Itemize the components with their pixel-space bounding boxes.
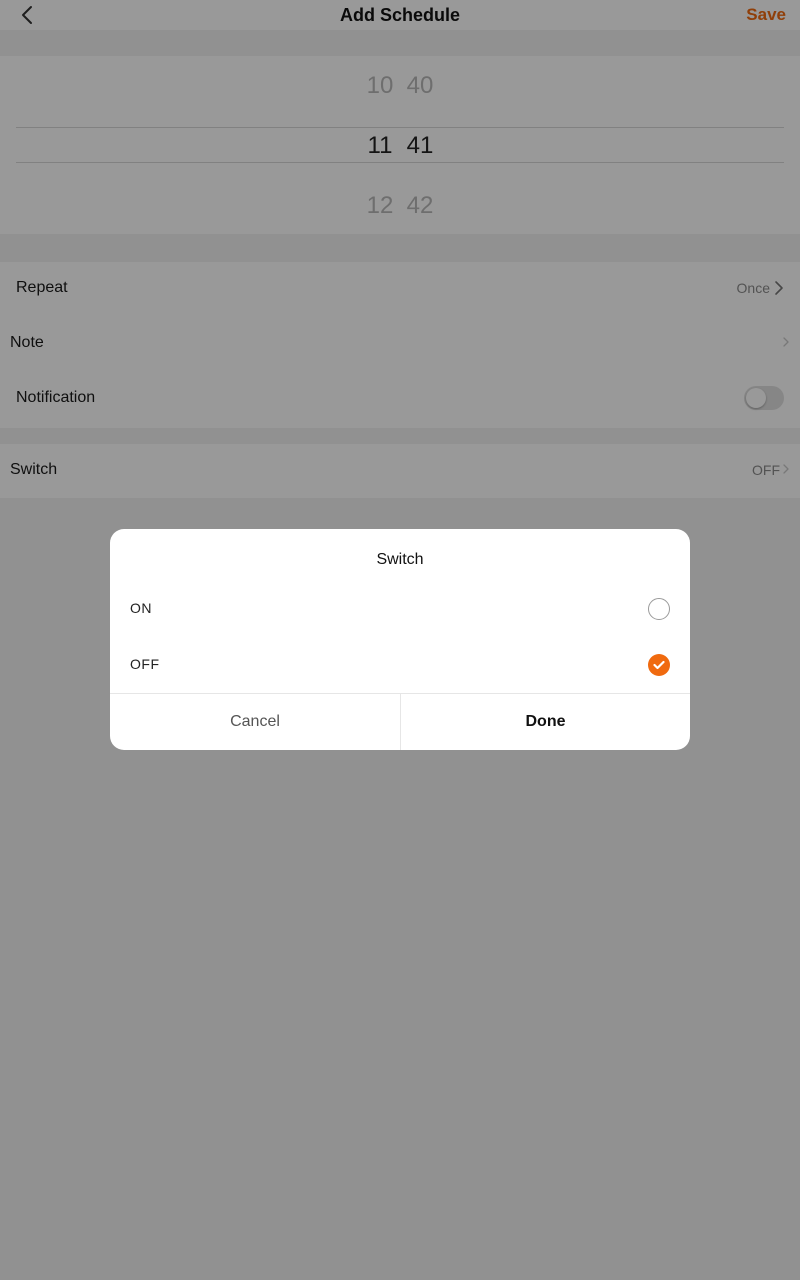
option-off[interactable]: OFF	[110, 641, 690, 689]
option-on[interactable]: ON	[110, 585, 690, 633]
checkmark-circle-icon[interactable]	[648, 654, 670, 676]
done-button[interactable]: Done	[401, 694, 690, 750]
option-on-label: ON	[130, 600, 152, 616]
radio-unselected-icon[interactable]	[648, 598, 670, 620]
option-off-label: OFF	[130, 656, 160, 672]
cancel-button[interactable]: Cancel	[110, 694, 400, 750]
dialog-title: Switch	[376, 551, 424, 568]
switch-dialog: Switch ON OFF Cancel Done	[110, 529, 690, 750]
add-schedule-page: Add Schedule Save 10 40 11 41 12 42 Repe…	[0, 0, 800, 1280]
